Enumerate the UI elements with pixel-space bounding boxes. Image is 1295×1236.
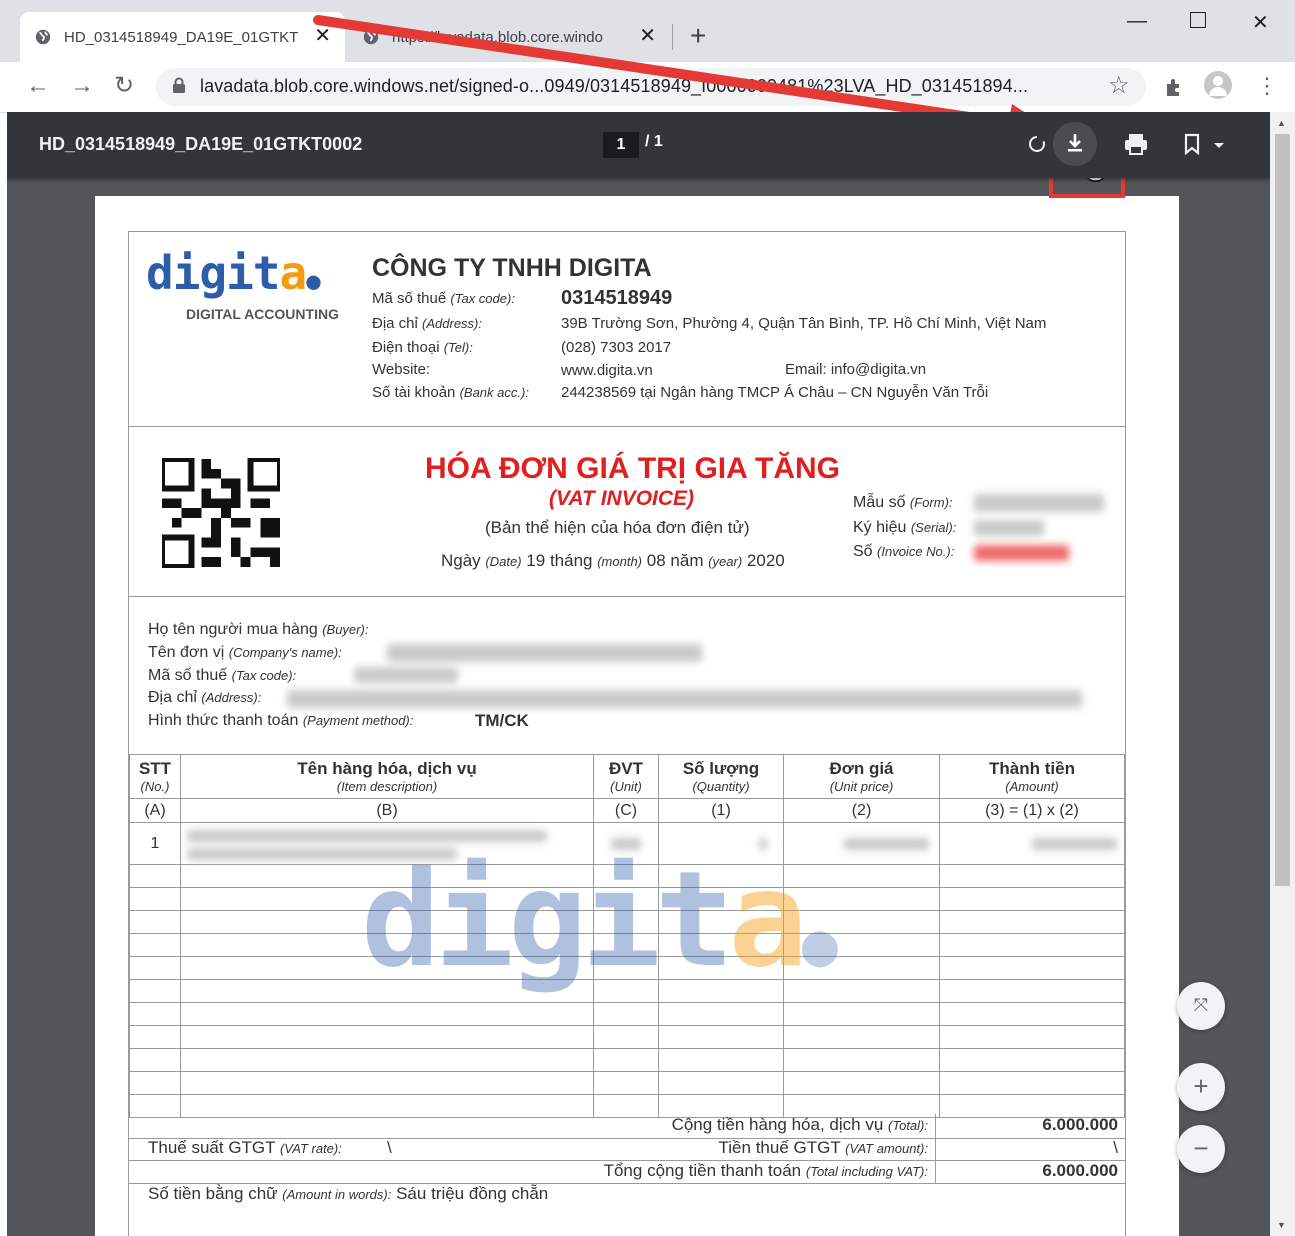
email: Email: info@digita.vn <box>785 361 927 378</box>
avatar[interactable] <box>1204 71 1232 99</box>
total-label: Cộng tiền hàng hóa, dịch vụ (Total): <box>671 1115 928 1134</box>
buyer-address-label: Địa chỉ (Address): <box>148 689 262 706</box>
pdf-viewer: HD_0314518949_DA19E_01GTKT0002 1 / 1 dig… <box>7 112 1270 1236</box>
form-label: Mẫu số (Form): <box>853 494 953 511</box>
tel: (028) 7303 2017 <box>561 339 672 356</box>
kebab-menu-icon[interactable]: ⋮ <box>1256 73 1278 99</box>
extensions-icon[interactable] <box>1163 76 1185 98</box>
table-header-row: STT (No.) Tên hàng hóa, dịch vụ (Item desc… <box>129 754 1125 799</box>
table-code-row: (A) (B) (C) (1) (2) (3) = (1) x (2) <box>129 798 1125 823</box>
tab-pdf[interactable]: HD_0314518949_DA19E_01GTKT ✕ <box>20 12 345 62</box>
qr-code <box>162 458 280 568</box>
bookmark-star-icon[interactable]: ☆ <box>1108 73 1130 99</box>
url-text[interactable]: lavadata.blob.core.windows.net/signed-o.… <box>200 76 1090 97</box>
invoice-title: HÓA ĐƠN GIÁ TRỊ GIA TĂNG <box>425 452 841 485</box>
website-label: Website: <box>372 361 431 378</box>
rotate-icon[interactable] <box>1025 132 1049 156</box>
buyer-company-label: Tên đơn vị (Company's name): <box>148 644 342 661</box>
chevron-down-icon[interactable] <box>1213 142 1225 150</box>
globe-icon <box>363 29 379 45</box>
divider <box>129 596 1125 597</box>
vat-amount-label: Tiền thuế GTGT (VAT amount): <box>718 1138 928 1157</box>
grand-total-value: 6.000.000 <box>1042 1161 1118 1180</box>
maximize-icon[interactable] <box>1190 12 1206 28</box>
new-tab-icon[interactable]: + <box>690 22 706 50</box>
buyer-tax-redacted <box>354 667 458 683</box>
download-icon <box>1068 134 1082 152</box>
invoice-date: Ngày (Date) 19 tháng (month) 08 năm (yea… <box>441 551 785 570</box>
address-label: Địa chỉ (Address): <box>372 315 482 332</box>
scroll-down-icon[interactable]: ▼ <box>1277 1220 1286 1230</box>
back-icon[interactable]: ← <box>26 73 50 99</box>
zoom-in-button[interactable]: + <box>1177 1063 1225 1111</box>
download-button[interactable] <box>1053 122 1097 166</box>
tax-code: 0314518949 <box>561 287 673 309</box>
globe-icon <box>35 29 51 45</box>
total-value: 6.000.000 <box>1042 1115 1118 1134</box>
buyer-company-redacted <box>387 644 702 662</box>
invoice-no-redacted <box>974 545 1069 561</box>
zoom-out-button[interactable]: − <box>1177 1125 1225 1173</box>
amount-in-words: Số tiền bằng chữ (Amount in words): Sáu … <box>148 1184 549 1203</box>
print-icon[interactable] <box>1123 132 1149 156</box>
scrollbar[interactable]: ▲ ▼ <box>1270 112 1295 1236</box>
scroll-up-icon[interactable]: ▲ <box>1277 118 1286 128</box>
logo-subtitle: DIGITAL ACCOUNTING <box>186 306 339 322</box>
page-total: / 1 <box>645 133 663 150</box>
close-tab-icon[interactable]: ✕ <box>314 26 331 46</box>
scrollbar-thumb[interactable] <box>1275 134 1290 886</box>
reload-icon[interactable]: ↻ <box>114 73 134 99</box>
watermark-logo: digita● <box>361 843 838 997</box>
buyer-tax-label: Mã số thuế (Tax code): <box>148 667 297 684</box>
tab-divider <box>672 24 673 50</box>
tab-strip: HD_0314518949_DA19E_01GTKT ✕ https://lav… <box>0 0 1295 62</box>
invoice: digita● DIGITAL ACCOUNTING CÔNG TY TNHH … <box>128 231 1126 1236</box>
payment-value: TM/CK <box>475 711 529 730</box>
form-value-redacted <box>974 494 1104 512</box>
invoice-subtitle: (Bản thể hiện của hóa đơn điện tử) <box>485 518 750 537</box>
minimize-icon[interactable]: — <box>1127 10 1147 33</box>
vat-amount-value: \ <box>1113 1138 1118 1157</box>
company-name: CÔNG TY TNHH DIGITA <box>372 254 652 282</box>
close-tab-icon[interactable]: ✕ <box>639 26 656 46</box>
page-number-input[interactable]: 1 <box>603 132 639 158</box>
website: www.digita.vn <box>561 362 653 379</box>
bank: 244238569 tại Ngân hàng TMCP Á Châu – CN… <box>561 384 989 401</box>
vat-rate-label: Thuế suất GTGT (VAT rate): <box>148 1138 342 1157</box>
logo: digita● <box>146 246 321 300</box>
bank-label: Số tài khoản (Bank acc.): <box>372 384 529 401</box>
forward-icon[interactable]: → <box>70 73 94 99</box>
pdf-title: HD_0314518949_DA19E_01GTKT0002 <box>39 134 363 154</box>
address: 39B Trường Sơn, Phường 4, Quận Tân Bình,… <box>561 315 1047 332</box>
pdf-toolbar: HD_0314518949_DA19E_01GTKT0002 1 / 1 <box>7 112 1270 178</box>
invoice-title-en: (VAT INVOICE) <box>549 487 695 510</box>
tab-title: https://lavadata.blob.core.windo <box>392 28 603 46</box>
tab-title: HD_0314518949_DA19E_01GTKT <box>64 28 299 46</box>
bookmark-icon[interactable] <box>1183 133 1201 155</box>
payment-label: Hình thức thanh toán (Payment method): <box>148 712 414 729</box>
serial-label: Ký hiệu (Serial): <box>853 519 957 536</box>
divider <box>129 426 1125 427</box>
tab-blob[interactable]: https://lavadata.blob.core.windo ✕ <box>350 12 670 62</box>
tax-label: Mã số thuế (Tax code): <box>372 290 515 307</box>
buyer-label: Họ tên người mua hàng (Buyer): <box>148 621 369 638</box>
grand-total-label: Tổng cộng tiền thanh toán (Total includi… <box>603 1161 928 1180</box>
invoice-no-label: Số (Invoice No.): <box>853 543 955 560</box>
tel-label: Điện thoại (Tel): <box>372 339 473 356</box>
vat-rate-value: \ <box>387 1138 392 1157</box>
buyer-address-redacted <box>287 690 1082 708</box>
window-close-icon[interactable]: ✕ <box>1252 10 1269 35</box>
lock-icon <box>173 77 185 93</box>
pdf-page: digita● DIGITAL ACCOUNTING CÔNG TY TNHH … <box>95 196 1179 1236</box>
serial-value-redacted <box>974 520 1044 536</box>
fit-page-button[interactable]: ⤧ <box>1177 982 1225 1030</box>
